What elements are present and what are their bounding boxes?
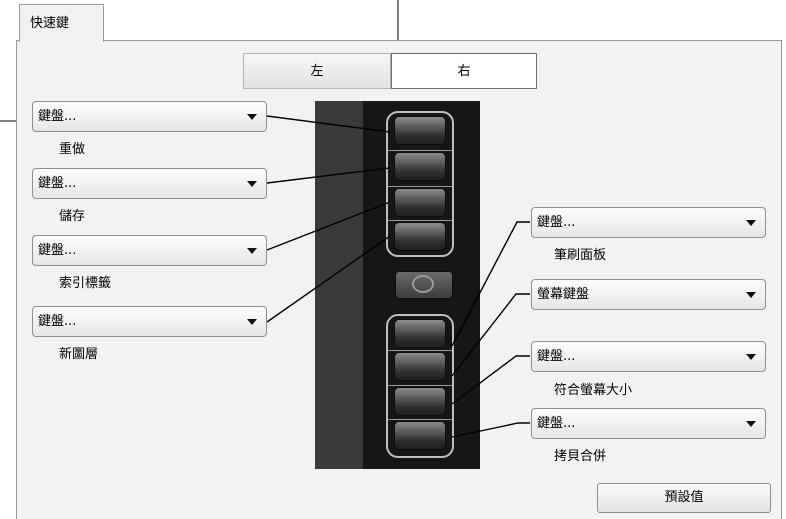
chevron-down-icon bbox=[746, 220, 756, 226]
connector-right-3 bbox=[451, 355, 530, 405]
left-key-2-label: 儲存 bbox=[59, 209, 86, 224]
right-key-1-value: 鍵盤... bbox=[537, 215, 576, 230]
chevron-down-icon bbox=[746, 421, 756, 427]
right-key-4-value: 鍵盤... bbox=[537, 416, 576, 431]
left-key-2-value: 鍵盤... bbox=[38, 176, 77, 191]
left-key-1-dropdown[interactable]: 鍵盤... bbox=[32, 101, 267, 132]
connector-right-1 bbox=[451, 221, 530, 347]
chevron-down-icon bbox=[746, 354, 756, 360]
right-key-4-dropdown[interactable]: 鍵盤... bbox=[531, 408, 766, 439]
left-key-3-value: 鍵盤... bbox=[38, 243, 77, 258]
right-key-2-value: 螢幕鍵盤 bbox=[537, 287, 590, 302]
connector-right-4 bbox=[451, 422, 530, 438]
right-key-3-value: 鍵盤... bbox=[537, 349, 576, 364]
connector-left-1 bbox=[266, 115, 391, 133]
connector-left-4 bbox=[266, 235, 391, 323]
reset-defaults-button[interactable]: 預設值 bbox=[597, 483, 771, 513]
chevron-down-icon bbox=[247, 181, 257, 187]
left-key-3-dropdown[interactable]: 鍵盤... bbox=[32, 235, 267, 266]
connector-left-2 bbox=[266, 167, 391, 184]
chevron-down-icon bbox=[746, 292, 756, 298]
right-key-3-dropdown[interactable]: 鍵盤... bbox=[531, 341, 766, 372]
chevron-down-icon bbox=[247, 319, 257, 325]
connector-left-3 bbox=[266, 201, 391, 251]
left-key-4-value: 鍵盤... bbox=[38, 314, 77, 329]
left-key-1-value: 鍵盤... bbox=[38, 109, 77, 124]
right-key-1-label: 筆刷面板 bbox=[554, 248, 607, 263]
left-key-4-dropdown[interactable]: 鍵盤... bbox=[32, 306, 267, 337]
left-key-3-label: 索引標籤 bbox=[59, 276, 112, 291]
right-key-2-dropdown[interactable]: 螢幕鍵盤 bbox=[531, 279, 766, 310]
chevron-down-icon bbox=[247, 248, 257, 254]
left-key-2-dropdown[interactable]: 鍵盤... bbox=[32, 168, 267, 199]
right-key-3-label: 符合螢幕大小 bbox=[554, 383, 633, 398]
reset-defaults-label: 預設值 bbox=[664, 490, 704, 505]
right-key-4-label: 拷貝合併 bbox=[554, 449, 607, 464]
left-key-4-label: 新圖層 bbox=[59, 347, 99, 362]
connector-right-2 bbox=[451, 293, 530, 377]
right-key-1-dropdown[interactable]: 鍵盤... bbox=[531, 207, 766, 238]
left-key-1-label: 重做 bbox=[59, 142, 86, 157]
chevron-down-icon bbox=[247, 114, 257, 120]
